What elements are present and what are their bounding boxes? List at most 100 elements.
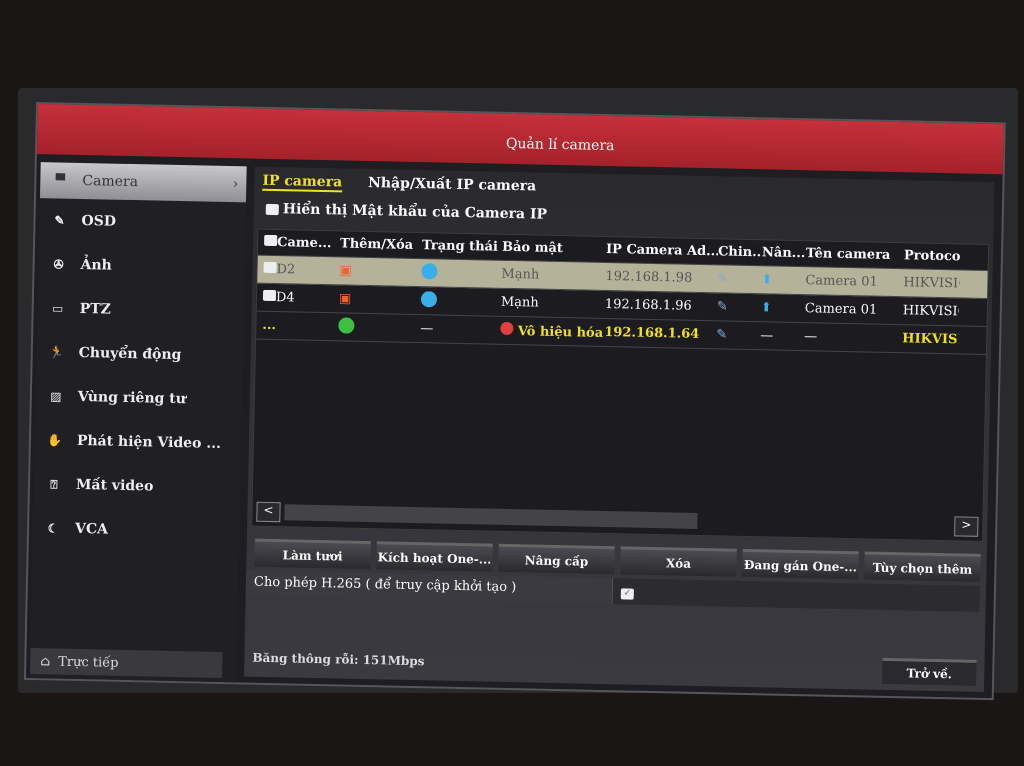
chevron-right-icon: › <box>232 176 239 193</box>
sidebar-item-tamper[interactable]: ✋ Phát hiện Video ... <box>34 418 241 466</box>
sidebar-item-image[interactable]: ✇ Ảnh <box>38 242 245 290</box>
camera-id: ... <box>262 317 277 334</box>
home-icon: ⌂ <box>40 653 51 669</box>
back-button[interactable]: Trở về. <box>882 657 977 686</box>
one-touch-activate-button[interactable]: Kích hoạt One-... <box>376 541 493 572</box>
video-loss-icon: ⍰ <box>50 476 58 492</box>
sidebar-item-label: PTZ <box>79 300 112 318</box>
live-view-label: Trực tiếp <box>58 654 119 671</box>
tamper-icon: ✋ <box>47 433 63 448</box>
header-add-delete[interactable]: Thêm/Xóa <box>340 236 422 253</box>
upgrade-button[interactable]: Nâng cấp <box>498 543 615 575</box>
protocol-cell: HIKVISIO <box>903 275 960 292</box>
tab-ip-camera[interactable]: IP camera <box>262 172 343 193</box>
scroll-thumb[interactable] <box>284 504 698 529</box>
camera-management-window: Quản lí camera ▀ Camera › ✎ OSD ✇ Ảnh ▭ PTZ 🏃… <box>23 102 1006 701</box>
security-cell: Mạnh <box>501 266 540 283</box>
security-cell: Mạnh <box>500 294 539 311</box>
sidebar-item-osd[interactable]: ✎ OSD <box>39 198 246 246</box>
delete-icon[interactable]: ▣ <box>339 291 352 306</box>
tab-import-export[interactable]: Nhập/Xuất IP camera <box>368 175 536 197</box>
header-camera[interactable]: Came... <box>258 234 340 252</box>
sidebar-item-video-loss[interactable]: ⍰ Mất video <box>34 462 241 510</box>
vca-icon: ☾ <box>47 521 59 536</box>
scroll-left-button[interactable]: < <box>256 501 281 523</box>
select-all-checkbox[interactable] <box>264 234 278 247</box>
header-status[interactable]: Trạng thái <box>422 238 502 255</box>
osd-icon: ✎ <box>54 213 65 228</box>
sidebar-item-label: Mất video <box>75 476 154 495</box>
status-cell <box>421 262 501 285</box>
sidebar-item-ptz[interactable]: ▭ PTZ <box>37 286 244 334</box>
header-camera-name[interactable]: Tên camera <box>806 246 904 263</box>
camera-cell: D2 <box>257 261 339 279</box>
edit-icon[interactable]: ✎ <box>717 271 761 287</box>
add-icon[interactable] <box>338 316 355 334</box>
upgrade-icon[interactable]: ⬆ <box>761 272 805 288</box>
header-upgrade[interactable]: Nân... <box>762 245 806 261</box>
add-delete-cell: ▣ <box>339 291 421 308</box>
camera-icon: ▀ <box>55 173 66 188</box>
h265-label: Cho phép H.265 ( để truy cập khởi tạo ) <box>245 570 613 605</box>
row-checkbox[interactable] <box>263 261 277 274</box>
delete-button[interactable]: Xóa <box>620 546 737 577</box>
status-cell <box>420 290 501 313</box>
disabled-icon <box>500 321 514 336</box>
ip-camera-table: Came... Thêm/Xóa Trạng thái Bảo mật IP C… <box>251 228 990 542</box>
camera-name-cell: Camera 01 <box>805 273 878 290</box>
row-checkbox[interactable] <box>262 289 277 302</box>
add-delete-cell <box>338 316 420 339</box>
ip-cell: 192.168.1.96 <box>604 296 692 314</box>
sidebar-item-vca[interactable]: ☾ VCA <box>33 506 240 554</box>
status-online-icon <box>420 290 438 307</box>
sidebar-item-privacy[interactable]: ▨ Vùng riêng tư <box>35 374 242 422</box>
ptz-icon: ▭ <box>51 301 64 316</box>
camera-name-cell: — <box>804 329 818 345</box>
header-ip[interactable]: IP Camera Ad... <box>606 242 718 259</box>
live-view-button[interactable]: ⌂ Trực tiếp <box>30 648 223 679</box>
h265-value: ✓ <box>611 578 981 612</box>
sidebar-item-motion[interactable]: 🏃 Chuyển động <box>36 330 243 378</box>
edit-icon[interactable]: ✎ <box>716 327 760 343</box>
protocol-cell: HIKVISIO <box>902 303 959 320</box>
checkbox[interactable] <box>265 203 279 215</box>
header-edit[interactable]: Chin... <box>718 244 762 260</box>
scroll-track[interactable] <box>284 502 951 537</box>
scroll-right-button[interactable]: > <box>954 516 979 537</box>
status-cell: — <box>420 321 434 337</box>
refresh-button[interactable]: Làm tươi <box>254 538 371 570</box>
header-label: Came... <box>276 235 332 252</box>
main-panel: IP camera Nhập/Xuất IP camera Hiển thị M… <box>244 166 995 692</box>
motion-icon: 🏃 <box>49 345 65 360</box>
sidebar-item-label: Ảnh <box>80 256 112 274</box>
upgrade-cell: — <box>760 328 774 344</box>
edit-icon[interactable]: ✎ <box>717 299 761 315</box>
sidebar-item-label: Camera <box>82 172 139 191</box>
upgrade-icon[interactable]: ⬆ <box>761 300 805 316</box>
one-touch-adding-button[interactable]: Đang gán One-... <box>742 548 859 580</box>
protocol-cell: HIKVISIO <box>902 331 959 348</box>
camera-id: D2 <box>276 262 296 278</box>
camera-name-cell: Camera 01 <box>804 301 878 318</box>
image-icon: ✇ <box>53 257 64 272</box>
sidebar-item-label: OSD <box>81 212 117 230</box>
camera-id: D4 <box>275 290 295 306</box>
more-options-button[interactable]: Tùy chọn thêm <box>864 551 981 582</box>
ip-cell: 192.168.1.64 <box>604 324 700 342</box>
sidebar-item-label: Phát hiện Video ... <box>76 432 222 452</box>
sidebar-item-camera[interactable]: ▀ Camera › <box>39 162 247 203</box>
h265-checkbox[interactable]: ✓ <box>620 588 634 600</box>
sidebar: ▀ Camera › ✎ OSD ✇ Ảnh ▭ PTZ 🏃 Chuyển động ▨ Vù… <box>29 162 247 683</box>
bandwidth-status: Băng thông rỗi: 151Mbps <box>252 650 425 669</box>
horizontal-scrollbar[interactable]: < > <box>256 501 979 537</box>
security-label: Vô hiệu hóa <box>517 324 604 341</box>
sidebar-item-label: VCA <box>74 520 109 538</box>
privacy-icon: ▨ <box>50 389 62 404</box>
security-cell: Vô hiệu hóa <box>500 321 604 341</box>
delete-icon[interactable]: ▣ <box>339 263 352 278</box>
header-protocol[interactable]: Protocol <box>904 248 960 264</box>
ip-cell: 192.168.1.98 <box>605 268 693 286</box>
header-security[interactable]: Bảo mật <box>502 240 606 257</box>
add-delete-cell: ▣ <box>339 263 421 280</box>
show-password-label: Hiển thị Mật khẩu của Camera IP <box>282 201 548 223</box>
